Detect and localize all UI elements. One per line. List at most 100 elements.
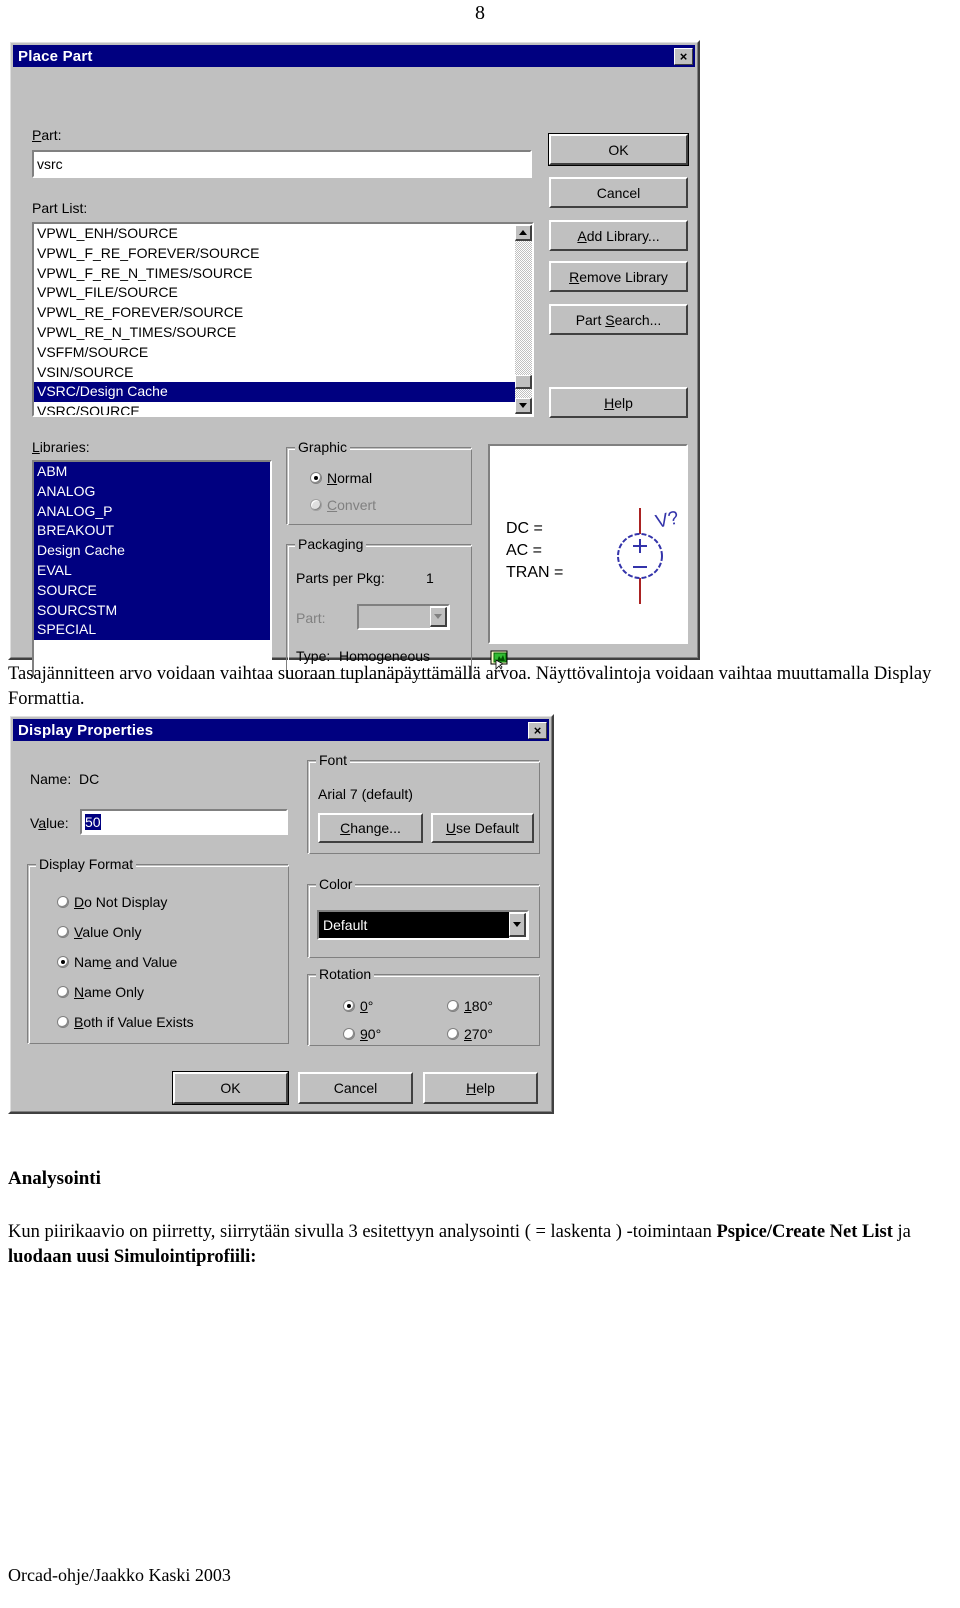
color-combo[interactable]: Default [317,910,529,940]
rotation-radio-0[interactable]: 0° [343,998,373,1014]
part-list-item[interactable]: VPWL_FILE/SOURCE [34,283,532,303]
dp-ok-button-label: OK [220,1080,241,1096]
part-list-item[interactable]: VSIN/SOURCE [34,363,532,383]
remove-library-button[interactable]: Remove Library [549,261,688,292]
scroll-down-button[interactable] [515,398,532,414]
font-change-button[interactable]: Change... [318,813,423,843]
libraries-list[interactable]: ABM ANALOG ANALOG_P BREAKOUT Design Cache EVA… [32,460,272,678]
heading-analysointi: Analysointi [8,1168,101,1189]
font-description: Arial 7 (default) [318,786,413,802]
display-format-radio-name-and-value[interactable]: Name and Value [57,954,177,970]
font-group-title: Font [316,752,351,768]
add-library-button-label: Add Library... [577,227,660,244]
dp-cancel-button-label: Cancel [333,1080,378,1096]
graphic-radio-convert-label: Convert [327,497,377,513]
radio-indicator-convert [310,499,322,511]
radio-label: Both if Value Exists [74,1014,194,1030]
libraries-list-item[interactable]: SOURCSTM [34,601,270,621]
radio-indicator [57,986,69,998]
libraries-list-item[interactable]: BREAKOUT [34,521,270,541]
cancel-button[interactable]: Cancel [549,177,688,208]
value-input[interactable]: 50 [80,809,288,835]
part-combo[interactable] [357,604,450,630]
part-combo-value [359,606,430,628]
part-list-item[interactable]: VPWL_F_RE_N_TIMES/SOURCE [34,264,532,284]
display-properties-dialog: Display Properties × Name: DC Value: 50 … [8,714,554,1114]
font-use-default-button[interactable]: Use Default [431,813,534,843]
value-label: Value: [30,815,69,831]
color-combo-dropdown-button[interactable] [509,913,526,937]
help-button-label: Help [604,394,633,411]
display-format-radio-value-only[interactable]: Value Only [57,924,141,940]
part-list[interactable]: VPWL_ENH/SOURCE VPWL_F_RE_FOREVER/SOURCE V… [32,222,534,417]
libraries-list-item[interactable]: EVAL [34,561,270,581]
dp-help-button[interactable]: Help [423,1072,538,1104]
packaging-group-title: Packaging [295,536,367,552]
rotation-radio-270[interactable]: 270° [447,1026,493,1042]
radio-indicator [57,896,69,908]
help-button[interactable]: Help [549,387,688,418]
display-format-radio-name-only[interactable]: Name Only [57,984,144,1000]
scroll-up-button[interactable] [515,225,532,241]
name-label: Name: [30,771,72,787]
dp-help-button-label: Help [466,1080,495,1096]
radio-indicator [57,926,69,938]
paragraph-analysointi: Kun piirikaavio on piirretty, siirrytään… [8,1220,952,1270]
scrollbar-thumb[interactable] [515,375,532,389]
graphic-group: Graphic [286,439,472,525]
display-format-radio-both-if-value-exists[interactable]: Both if Value Exists [57,1014,194,1030]
cancel-button-label: Cancel [596,184,641,201]
close-icon[interactable]: × [528,721,547,739]
radio-label: 270° [464,1026,493,1042]
radio-indicator [57,1016,69,1028]
chevron-down-icon [513,922,521,927]
display-format-radio-do-not-display[interactable]: Do Not Display [57,894,167,910]
graphic-radio-convert[interactable]: Convert [310,497,376,513]
dp-ok-button[interactable]: OK [172,1071,289,1105]
group-bevel [288,449,472,525]
part-list-item[interactable]: VPWL_ENH/SOURCE [34,224,532,244]
libraries-list-item[interactable]: SOURCE [34,581,270,601]
libraries-list-item[interactable]: ANALOG_P [34,502,270,522]
parts-per-pkg-label: Parts per Pkg: [296,570,385,586]
dp-cancel-button[interactable]: Cancel [298,1072,413,1104]
libraries-list-item[interactable]: ANALOG [34,482,270,502]
close-icon[interactable]: × [674,47,693,65]
radio-indicator-selected [343,1000,355,1012]
graphic-radio-normal[interactable]: Normal [310,470,372,486]
part-list-item[interactable]: VSRC/Design Cache [34,382,532,403]
chevron-down-icon [434,614,442,619]
radio-indicator-selected [57,956,69,968]
part-list-item[interactable]: VPWL_RE_FOREVER/SOURCE [34,303,532,323]
color-combo-value: Default [319,912,509,938]
ok-button[interactable]: OK [548,133,689,166]
part-list-item[interactable]: VSFFM/SOURCE [34,343,532,363]
voltage-source-symbol-icon: V? [617,508,681,604]
rotation-radio-90[interactable]: 90° [343,1026,381,1042]
display-format-group-title: Display Format [36,856,137,872]
rotation-radio-180[interactable]: 180° [447,998,493,1014]
radio-label: Do Not Display [74,894,168,910]
libraries-list-item[interactable]: Design Cache [34,541,270,561]
libraries-selected-block[interactable]: ABM ANALOG ANALOG_P BREAKOUT Design Cache EVA… [34,462,270,641]
part-list-item[interactable]: VPWL_RE_N_TIMES/SOURCE [34,323,532,343]
place-part-titlebar: Place Part × [13,45,695,67]
radio-label: Value Only [74,924,142,940]
part-combo-dropdown-button[interactable] [430,607,447,627]
libraries-list-item[interactable]: ABM [34,462,270,482]
part-list-item[interactable]: VPWL_F_RE_FOREVER/SOURCE [34,244,532,264]
radio-indicator [343,1028,355,1040]
part-search-button[interactable]: Part Search... [549,304,688,335]
paragraph-analysointi-line1: Kun piirikaavio on piirretty, siirrytään… [8,1222,712,1242]
part-label: Part: [32,127,62,143]
libraries-list-item[interactable]: SPECIAL [34,620,270,640]
part-list-item[interactable]: VSRC/SOURCE [34,402,532,415]
part-list-rows: VPWL_ENH/SOURCE VPWL_F_RE_FOREVER/SOURCE V… [34,224,532,415]
chevron-up-icon [519,230,527,235]
graphic-radio-normal-label: Normal [327,470,373,486]
paragraph-tasajannite: Tasajännitteen arvo voidaan vaihtaa suor… [8,664,932,709]
chevron-down-icon [519,403,527,408]
part-input[interactable]: vsrc [32,150,532,178]
part-list-scrollbar[interactable] [515,225,532,414]
add-library-button[interactable]: Add Library... [549,220,688,251]
